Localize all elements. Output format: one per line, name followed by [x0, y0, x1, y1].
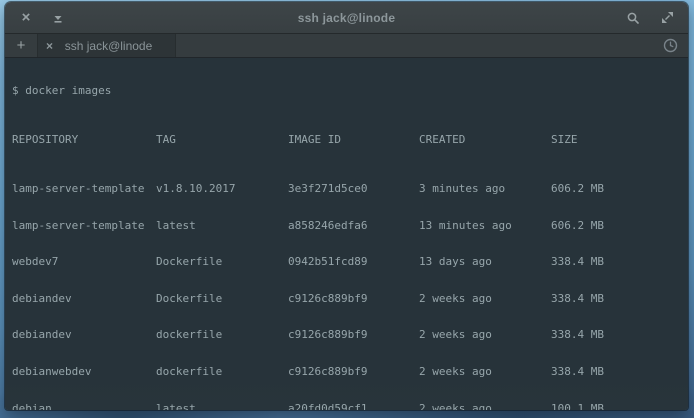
- cell-created: 2 weeks ago: [419, 329, 551, 341]
- maximize-icon: [661, 11, 674, 24]
- minimize-button[interactable]: [49, 9, 67, 27]
- cell-size: 338.4 MB: [551, 366, 604, 378]
- col-header-tag: TAG: [156, 134, 288, 146]
- search-icon: [626, 11, 640, 25]
- titlebar-left-controls: ×: [5, 9, 67, 27]
- cell-tag: latest: [156, 220, 288, 232]
- cell-size: 338.4 MB: [551, 329, 604, 341]
- table-row: debiandev Dockerfile c9126c889bf9 2 week…: [12, 293, 688, 305]
- cell-size: 606.2 MB: [551, 220, 604, 232]
- tab-label: ssh jack@linode: [60, 39, 167, 53]
- cell-image-id: c9126c889bf9: [288, 293, 419, 305]
- col-header-image-id: IMAGE ID: [288, 134, 419, 146]
- tab-close-icon[interactable]: ×: [46, 39, 60, 53]
- cell-repository: lamp-server-template: [12, 183, 156, 195]
- history-button[interactable]: [663, 34, 688, 57]
- cell-created: 2 weeks ago: [419, 403, 551, 410]
- maximize-button[interactable]: [658, 9, 676, 27]
- cell-tag: dockerfile: [156, 329, 288, 341]
- cell-image-id: 0942b51fcd89: [288, 256, 419, 268]
- cell-created: 13 days ago: [419, 256, 551, 268]
- table-row: webdev7 Dockerfile 0942b51fcd89 13 days …: [12, 256, 688, 268]
- cell-tag: Dockerfile: [156, 293, 288, 305]
- tabbar-spacer: [176, 34, 663, 57]
- table-row: lamp-server-template v1.8.10.2017 3e3f27…: [12, 183, 688, 195]
- close-icon: ×: [22, 10, 31, 25]
- command-text: docker images: [25, 85, 111, 97]
- minimize-icon: [52, 12, 64, 24]
- prompt: $: [12, 85, 19, 97]
- window-title: ssh jack@linode: [5, 11, 688, 25]
- cell-created: 2 weeks ago: [419, 293, 551, 305]
- table-row: debiandev dockerfile c9126c889bf9 2 week…: [12, 329, 688, 341]
- cell-size: 606.2 MB: [551, 183, 604, 195]
- cell-created: 3 minutes ago: [419, 183, 551, 195]
- cell-image-id: a858246edfa6: [288, 220, 419, 232]
- cell-created: 2 weeks ago: [419, 366, 551, 378]
- new-tab-button[interactable]: +: [5, 34, 38, 57]
- table-row: debianwebdev dockerfile c9126c889bf9 2 w…: [12, 366, 688, 378]
- col-header-created: CREATED: [419, 134, 551, 146]
- table-row: debian latest a20fd0d59cf1 2 weeks ago 1…: [12, 403, 688, 410]
- cell-repository: debian: [12, 403, 156, 410]
- titlebar: × ssh jack@linode: [5, 2, 688, 34]
- cell-size: 338.4 MB: [551, 256, 604, 268]
- cell-size: 338.4 MB: [551, 293, 604, 305]
- cell-created: 13 minutes ago: [419, 220, 551, 232]
- cell-repository: lamp-server-template: [12, 220, 156, 232]
- cell-image-id: 3e3f271d5ce0: [288, 183, 419, 195]
- tab-bar: + × ssh jack@linode: [5, 34, 688, 58]
- cell-image-id: c9126c889bf9: [288, 329, 419, 341]
- col-header-size: SIZE: [551, 134, 578, 146]
- command-line: $ docker images: [12, 85, 688, 97]
- cell-tag: latest: [156, 403, 288, 410]
- search-button[interactable]: [624, 9, 642, 27]
- tab-ssh-session[interactable]: × ssh jack@linode: [38, 34, 176, 57]
- terminal-window: × ssh jack@linode: [5, 2, 688, 410]
- terminal-output[interactable]: $ docker images REPOSITORY TAG IMAGE ID C…: [5, 58, 688, 410]
- titlebar-right-controls: [624, 9, 688, 27]
- close-button[interactable]: ×: [17, 9, 35, 27]
- cell-repository: webdev7: [12, 256, 156, 268]
- table-row: lamp-server-template latest a858246edfa6…: [12, 220, 688, 232]
- history-clock-icon: [663, 38, 678, 53]
- cell-image-id: a20fd0d59cf1: [288, 403, 419, 410]
- cell-tag: Dockerfile: [156, 256, 288, 268]
- cell-repository: debianwebdev: [12, 366, 156, 378]
- cell-repository: debiandev: [12, 293, 156, 305]
- table-header-row: REPOSITORY TAG IMAGE ID CREATED SIZE: [12, 134, 688, 146]
- cell-image-id: c9126c889bf9: [288, 366, 419, 378]
- cell-size: 100.1 MB: [551, 403, 604, 410]
- cell-tag: dockerfile: [156, 366, 288, 378]
- cell-tag: v1.8.10.2017: [156, 183, 288, 195]
- plus-icon: +: [17, 37, 26, 54]
- cell-repository: debiandev: [12, 329, 156, 341]
- col-header-repository: REPOSITORY: [12, 134, 156, 146]
